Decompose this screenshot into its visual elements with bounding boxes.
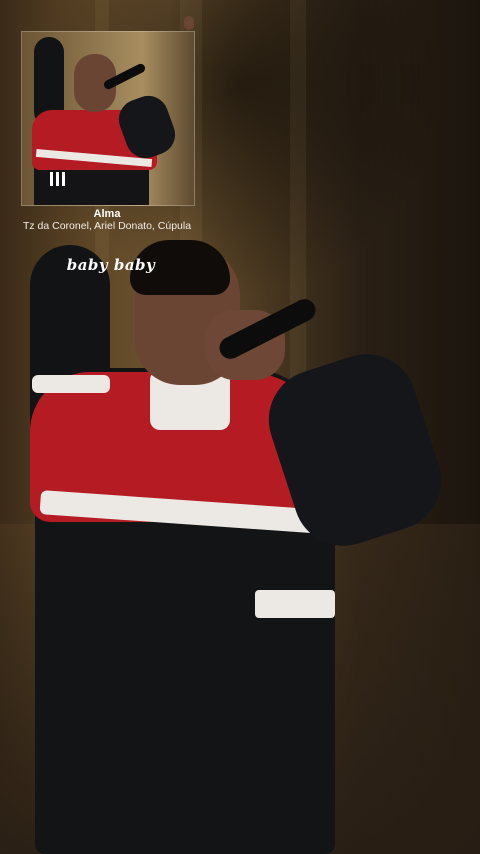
performer-jacket-stripe [255,590,335,618]
song-title: Alma [93,208,121,220]
song-artists: Tz da Coronel, Ariel Donato, Cúpula [22,220,192,232]
album-art[interactable] [21,31,195,206]
lyric-line: baby baby [66,256,156,274]
pause-icon[interactable] [50,172,66,186]
album-art-hand [184,16,194,30]
performer-sleeve-stripe [32,375,110,393]
